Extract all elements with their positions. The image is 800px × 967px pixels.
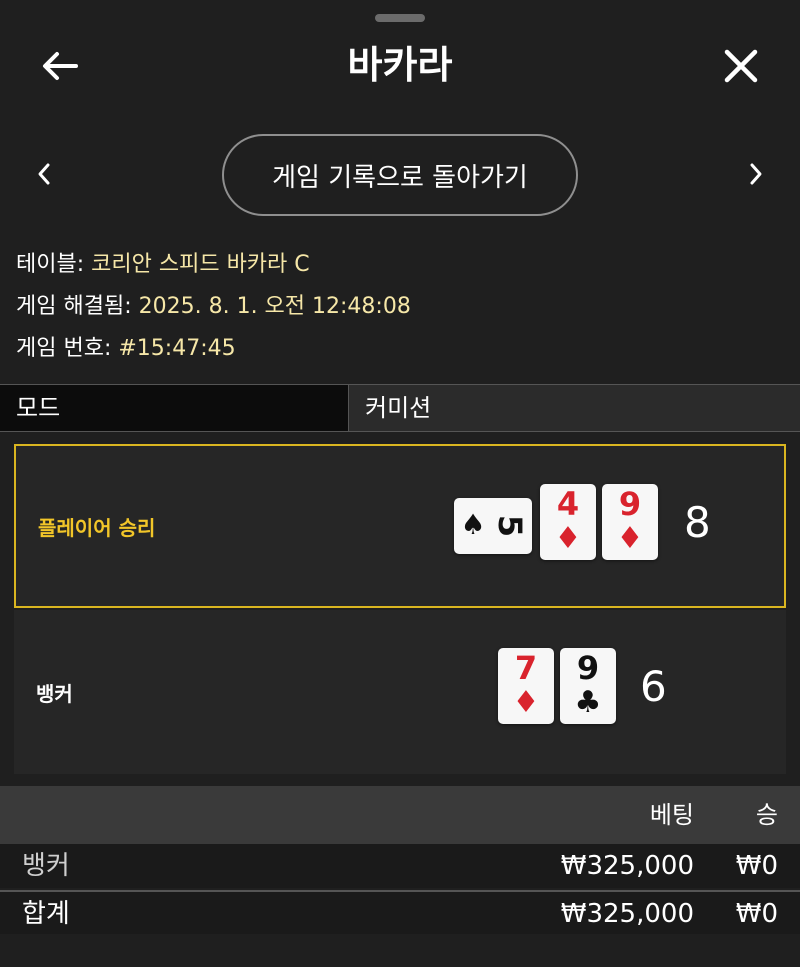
game-number-value: #15:47:45 <box>118 336 236 361</box>
history-nav: 게임 기록으로 돌아가기 <box>0 132 800 218</box>
card-rank: 7 <box>514 649 538 687</box>
banker-score: 6 <box>640 662 667 711</box>
header: 바카라 <box>0 30 800 100</box>
club-icon: ♣ <box>574 685 602 720</box>
back-to-history-button[interactable]: 게임 기록으로 돌아가기 <box>222 134 578 216</box>
player-card-3: 9 ♦ <box>602 484 658 560</box>
resolved-value: 2025. 8. 1. 오전 12:48:08 <box>138 294 411 319</box>
banker-result: 뱅커 7 ♦ 9 ♣ 6 <box>14 610 786 774</box>
close-icon <box>724 49 758 83</box>
bet-column-header: 베팅 <box>649 801 694 829</box>
card-rank: 4 <box>556 485 580 523</box>
prev-game-button[interactable] <box>24 154 64 194</box>
banker-result-label: 뱅커 <box>36 681 73 706</box>
resolved-label: 게임 해결됨: <box>16 294 132 319</box>
total-name: 합계 <box>22 899 70 929</box>
banker-card-2: 9 ♣ <box>560 648 616 724</box>
table-row-total: 합계 ₩325,000 ₩0 <box>0 890 800 934</box>
bet-name: 뱅커 <box>22 851 70 881</box>
player-score: 8 <box>684 498 711 547</box>
table-label: 테이블: <box>16 252 85 277</box>
card-rank: 9 <box>618 485 642 523</box>
resolved-info: 게임 해결됨: 2025. 8. 1. 오전 12:48:08 <box>16 286 786 328</box>
game-number-label: 게임 번호: <box>16 336 112 361</box>
win-column-header: 승 <box>755 801 778 829</box>
game-info: 테이블: 코리안 스피드 바카라 C 게임 해결됨: 2025. 8. 1. 오… <box>16 244 786 370</box>
table-info: 테이블: 코리안 스피드 바카라 C <box>16 244 786 286</box>
diamond-icon: ♦ <box>554 521 582 556</box>
total-win: ₩0 <box>735 899 778 929</box>
mode-value: 커미션 <box>348 385 800 431</box>
player-result: 플레이어 승리 ♠ 5 4 ♦ 9 ♦ 8 <box>14 444 786 608</box>
player-card-1: ♠ 5 <box>454 498 532 554</box>
bets-table-header: 베팅 승 <box>0 786 800 844</box>
total-amount: ₩325,000 <box>560 899 694 929</box>
close-button[interactable] <box>716 44 766 88</box>
bet-amount: ₩325,000 <box>560 851 694 881</box>
card-rank: 9 <box>576 649 600 687</box>
card-rank: 5 <box>491 514 529 538</box>
next-game-button[interactable] <box>736 154 776 194</box>
bet-win: ₩0 <box>735 851 778 881</box>
diamond-icon: ♦ <box>512 685 540 720</box>
diamond-icon: ♦ <box>616 521 644 556</box>
drag-handle[interactable] <box>375 14 425 22</box>
table-row: 뱅커 ₩325,000 ₩0 <box>0 844 800 888</box>
table-value: 코리안 스피드 바카라 C <box>91 252 310 277</box>
chevron-right-icon <box>750 163 762 185</box>
player-card-2: 4 ♦ <box>540 484 596 560</box>
mode-row: 모드 커미션 <box>0 384 800 432</box>
spade-icon: ♠ <box>460 508 486 541</box>
mode-label: 모드 <box>0 385 348 431</box>
chevron-left-icon <box>38 163 50 185</box>
page-title: 바카라 <box>347 43 453 87</box>
player-result-label: 플레이어 승리 <box>38 515 156 540</box>
banker-card-1: 7 ♦ <box>498 648 554 724</box>
game-number-info: 게임 번호: #15:47:45 <box>16 328 786 370</box>
